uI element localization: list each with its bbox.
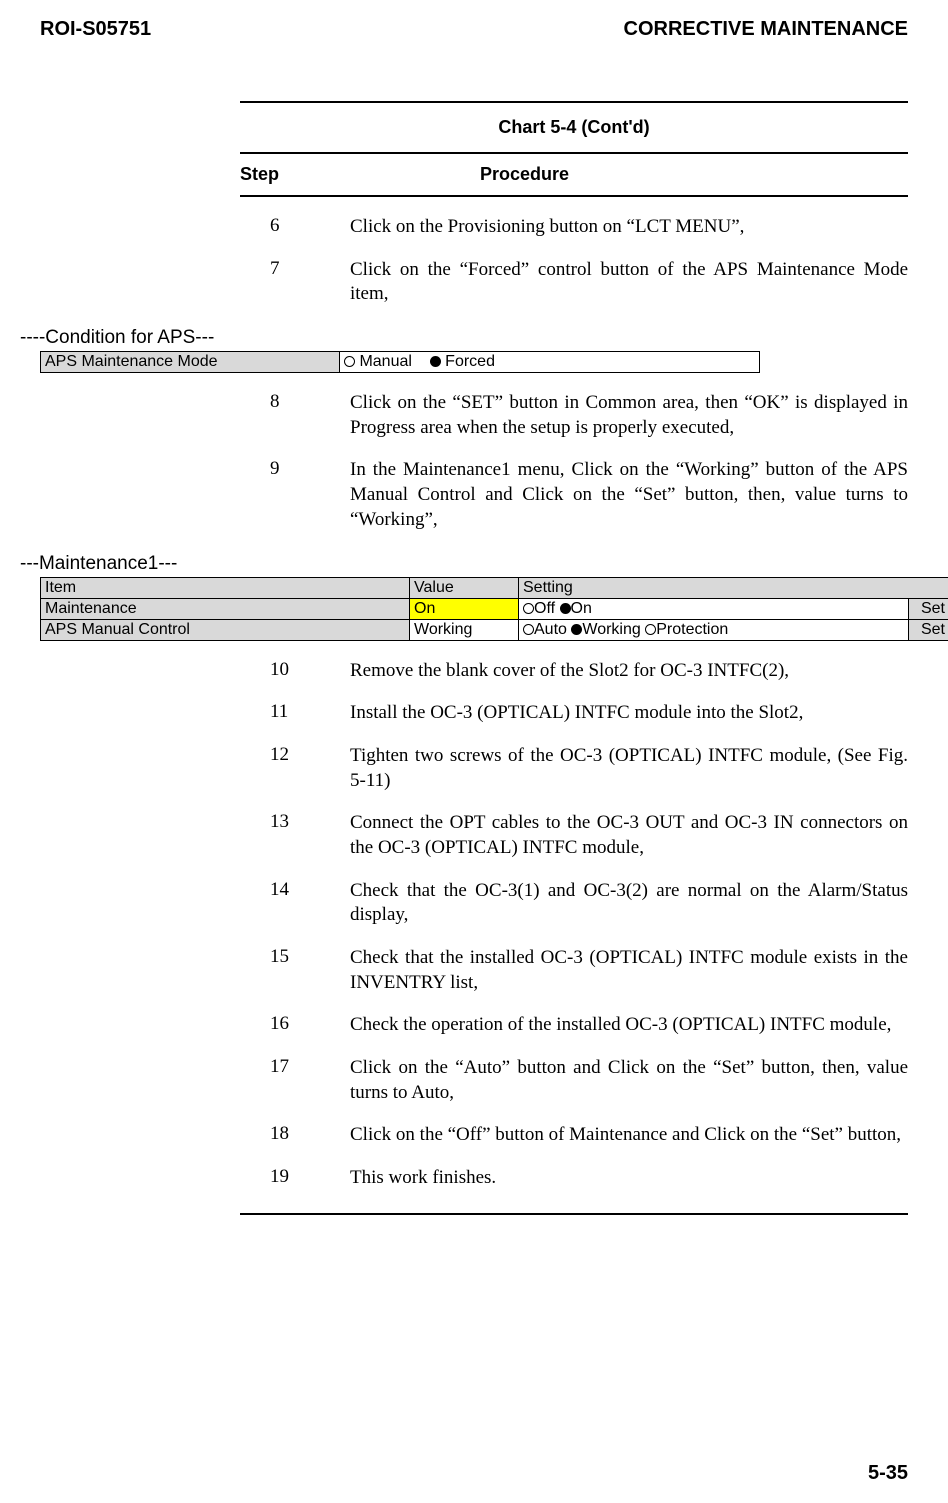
- step-text: Click on the “Off” button of Maintenance…: [350, 1123, 908, 1148]
- aps-mode-label: APS Maintenance Mode: [41, 352, 340, 373]
- radio-filled-icon: [430, 356, 441, 367]
- maintenance-value: On: [410, 598, 519, 619]
- step-number: 18: [240, 1123, 350, 1148]
- condition-aps-table: APS Maintenance Mode Manual Forced: [40, 351, 760, 373]
- step-row: 16 Check the operation of the installed …: [240, 1013, 908, 1038]
- step-row: 15 Check that the installed OC-3 (OPTICA…: [240, 946, 908, 995]
- set-button[interactable]: Set: [909, 619, 948, 640]
- step-text: Install the OC-3 (OPTICAL) INTFC module …: [350, 701, 908, 726]
- step-text: Tighten two screws of the OC-3 (OPTICAL)…: [350, 744, 908, 793]
- col-setting: Setting: [519, 577, 948, 598]
- step-text: Connect the OPT cables to the OC-3 OUT a…: [350, 811, 908, 860]
- step-row: 9 In the Maintenance1 menu, Click on the…: [240, 458, 908, 532]
- aps-manual-setting: Auto Working Protection: [519, 619, 909, 640]
- off-option: Off: [534, 600, 555, 617]
- step-header: Step: [240, 164, 480, 185]
- step-number: 11: [240, 701, 350, 726]
- step-text: Check that the installed OC-3 (OPTICAL) …: [350, 946, 908, 995]
- rule: [240, 195, 908, 197]
- radio-open-icon: [523, 624, 534, 635]
- radio-filled-icon: [560, 603, 571, 614]
- set-button[interactable]: Set: [909, 598, 948, 619]
- step-number: 16: [240, 1013, 350, 1038]
- aps-manual-value: Working: [410, 619, 519, 640]
- aps-mode-setting: Manual Forced: [340, 352, 760, 373]
- step-text: This work finishes.: [350, 1166, 908, 1191]
- procedure-header: Procedure: [480, 164, 908, 185]
- page-number: 5-35: [868, 1462, 908, 1485]
- step-row: 6 Click on the Provisioning button on “L…: [240, 215, 908, 240]
- step-text: Click on the “Forced” control button of …: [350, 258, 908, 307]
- col-value: Value: [410, 577, 519, 598]
- protection-option: Protection: [656, 621, 728, 638]
- step-number: 7: [240, 258, 350, 307]
- maintenance1-table: Item Value Setting Maintenance On Off On…: [40, 577, 948, 641]
- step-row: 7 Click on the “Forced” control button o…: [240, 258, 908, 307]
- radio-open-icon: [645, 624, 656, 635]
- step-text: Remove the blank cover of the Slot2 for …: [350, 659, 908, 684]
- step-number: 10: [240, 659, 350, 684]
- step-text: In the Maintenance1 menu, Click on the “…: [350, 458, 908, 532]
- maintenance-item: Maintenance: [41, 598, 410, 619]
- on-option: On: [571, 600, 592, 617]
- maintenance1-heading: ---Maintenance1---: [20, 553, 908, 575]
- step-row: 17 Click on the “Auto” button and Click …: [240, 1056, 908, 1105]
- rule: [240, 1213, 908, 1215]
- doc-id: ROI-S05751: [40, 18, 151, 41]
- step-text: Click on the “SET” button in Common area…: [350, 391, 908, 440]
- aps-manual-item: APS Manual Control: [41, 619, 410, 640]
- auto-option: Auto: [534, 621, 567, 638]
- step-number: 19: [240, 1166, 350, 1191]
- step-number: 8: [240, 391, 350, 440]
- step-number: 15: [240, 946, 350, 995]
- manual-option: Manual: [359, 353, 411, 370]
- step-row: 10 Remove the blank cover of the Slot2 f…: [240, 659, 908, 684]
- step-number: 9: [240, 458, 350, 532]
- step-text: Click on the “Auto” button and Click on …: [350, 1056, 908, 1105]
- radio-filled-icon: [571, 624, 582, 635]
- radio-open-icon: [523, 603, 534, 614]
- step-row: 14 Check that the OC-3(1) and OC-3(2) ar…: [240, 879, 908, 928]
- step-number: 17: [240, 1056, 350, 1105]
- working-option: Working: [582, 621, 640, 638]
- condition-aps-heading: ----Condition for APS---: [20, 327, 908, 349]
- step-number: 12: [240, 744, 350, 793]
- step-row: 12 Tighten two screws of the OC-3 (OPTIC…: [240, 744, 908, 793]
- chart-title: Chart 5-4 (Cont'd): [240, 103, 908, 152]
- step-text: Check the operation of the installed OC-…: [350, 1013, 908, 1038]
- step-number: 6: [240, 215, 350, 240]
- step-row: 19 This work finishes.: [240, 1166, 908, 1191]
- step-row: 13 Connect the OPT cables to the OC-3 OU…: [240, 811, 908, 860]
- step-number: 13: [240, 811, 350, 860]
- radio-open-icon: [344, 356, 355, 367]
- step-row: 11 Install the OC-3 (OPTICAL) INTFC modu…: [240, 701, 908, 726]
- step-number: 14: [240, 879, 350, 928]
- col-item: Item: [41, 577, 410, 598]
- step-text: Click on the Provisioning button on “LCT…: [350, 215, 908, 240]
- step-row: 18 Click on the “Off” button of Maintena…: [240, 1123, 908, 1148]
- forced-option: Forced: [445, 353, 495, 370]
- maintenance-setting: Off On: [519, 598, 909, 619]
- section-title: CORRECTIVE MAINTENANCE: [624, 18, 908, 41]
- step-row: 8 Click on the “SET” button in Common ar…: [240, 391, 908, 440]
- step-text: Check that the OC-3(1) and OC-3(2) are n…: [350, 879, 908, 928]
